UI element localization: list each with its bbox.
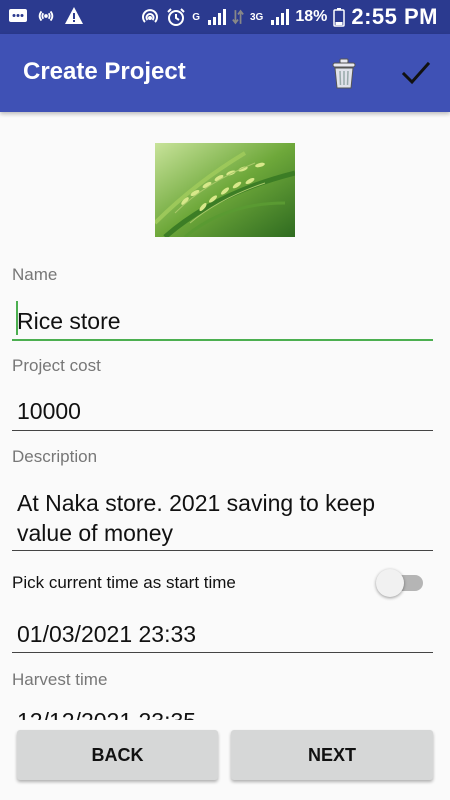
name-input-underline [12,339,433,341]
description-line-1: At Naka store. 2021 saving to keep [17,490,375,516]
description-underline [12,550,433,551]
hotspot-icon [142,9,159,23]
harvest-time-input[interactable]: 12/12/2021 23:35 [0,700,450,720]
broadcast-icon [38,10,54,22]
name-label: Name [12,265,58,284]
harvest-time-value: 12/12/2021 23:35 [17,708,196,720]
pick-current-time-label: Pick current time as start time [12,573,236,592]
message-icon [9,9,27,22]
page-title: Create Project [23,58,186,85]
back-button[interactable]: BACK [17,730,218,780]
next-button[interactable]: NEXT [231,730,433,780]
trash-icon[interactable] [328,56,360,90]
name-input[interactable]: Rice store [17,308,121,335]
harvest-time-label: Harvest time [12,670,108,689]
status-bar: G 3G 18% 2:55 PM [0,0,450,34]
signal-3g-label: 3G [249,11,264,23]
project-photo[interactable] [155,143,295,237]
description-input[interactable]: At Naka store. 2021 saving to keep value… [17,488,375,548]
clock: 2:55 PM [351,4,438,29]
rice-field-image [155,143,295,237]
description-label: Description [12,447,98,466]
data-arrows-icon [232,9,244,25]
project-cost-underline [12,430,433,431]
alarm-icon [167,8,185,26]
warning-icon [65,7,83,24]
start-time-input[interactable]: 01/03/2021 23:33 [17,621,196,648]
signal-g-icon [207,9,226,25]
start-time-underline [12,652,433,653]
check-icon[interactable] [400,58,432,88]
description-line-2: value of money [17,520,173,546]
switch-thumb[interactable] [376,569,404,597]
project-cost-label: Project cost [12,356,101,375]
battery-icon [333,8,346,27]
battery-percent: 18% [295,8,328,25]
signal-g-label: G [192,11,200,23]
app-bar: Create Project [0,34,450,112]
project-cost-input[interactable]: 10000 [17,398,81,425]
signal-3g-icon [271,9,290,25]
